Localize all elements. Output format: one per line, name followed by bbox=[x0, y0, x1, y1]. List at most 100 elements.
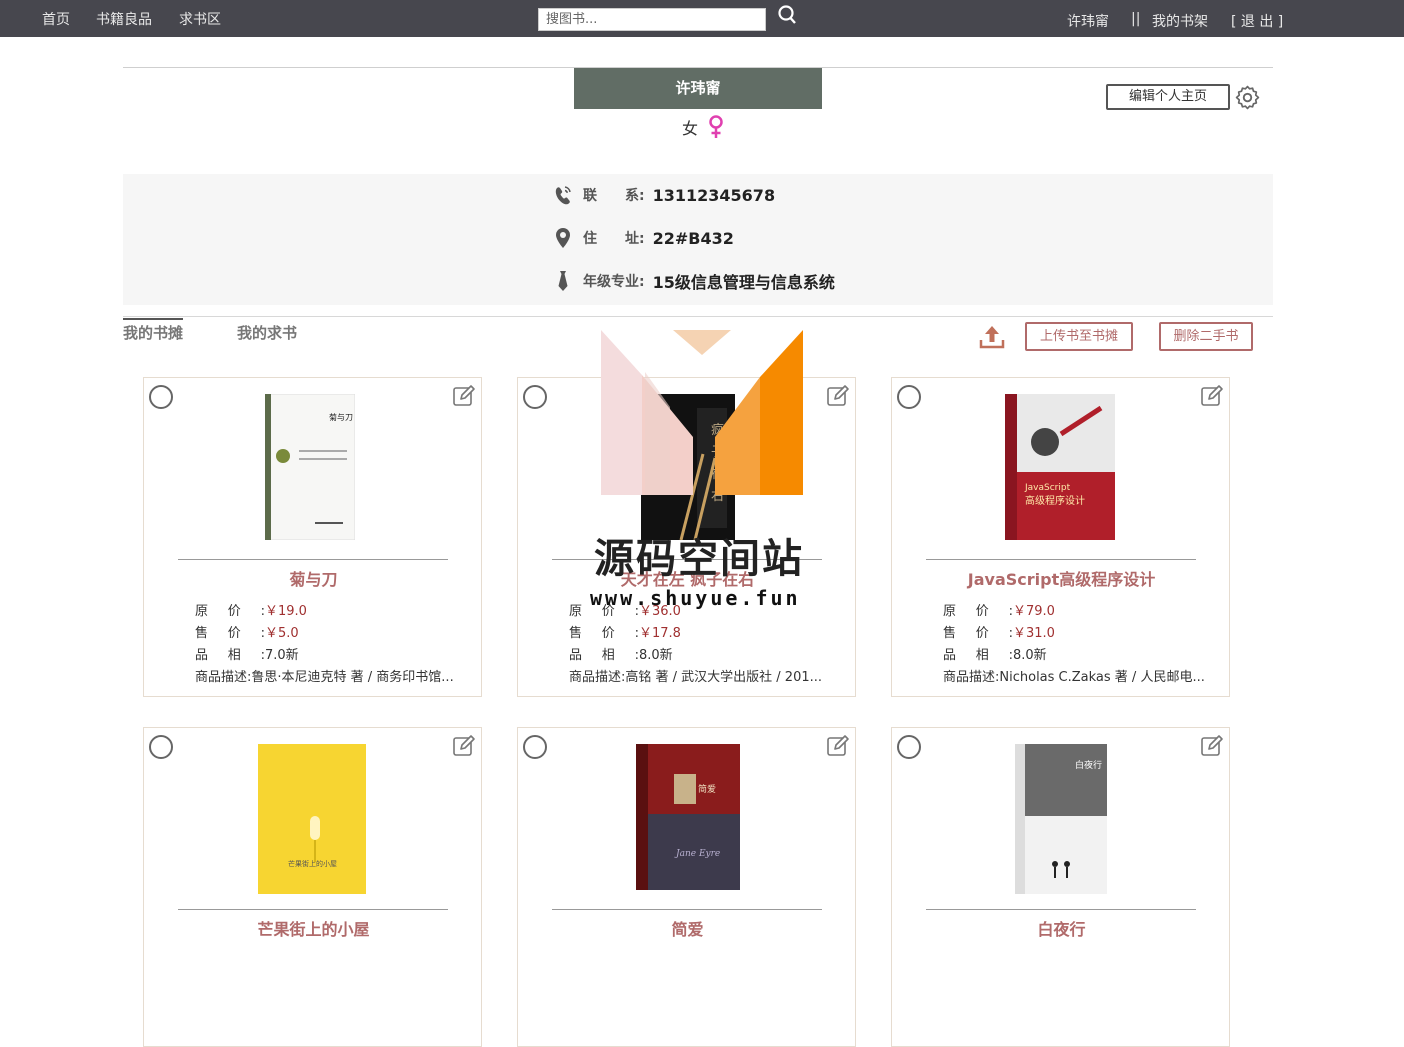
address-value: 22#B432 bbox=[652, 228, 734, 248]
description-value: Nicholas C.Zakas 著 / 人民邮电... bbox=[999, 670, 1205, 685]
original-price-label: 原价: bbox=[943, 604, 1013, 619]
edit-icon[interactable] bbox=[1200, 734, 1224, 758]
card-divider bbox=[552, 909, 822, 910]
nav-request-books[interactable]: 求书区 bbox=[179, 9, 221, 29]
sale-price-row: 售价:￥5.0 bbox=[195, 622, 299, 641]
book-cover-image[interactable]: 白夜行 bbox=[1015, 744, 1107, 898]
logout-link[interactable]: [ 退 出 ] bbox=[1231, 11, 1283, 31]
book-card[interactable]: 简爱 Jane Eyre 简爱 bbox=[517, 727, 856, 1047]
book-title[interactable]: 简爱 bbox=[518, 916, 857, 940]
select-checkbox[interactable] bbox=[897, 385, 921, 409]
svg-text:芒果街上的小屋: 芒果街上的小屋 bbox=[288, 859, 337, 868]
book-title[interactable]: JavaScript高级程序设计 bbox=[892, 566, 1231, 590]
phone-icon bbox=[555, 186, 571, 205]
location-pin-icon bbox=[556, 228, 570, 248]
description-label: 商品描述: bbox=[195, 670, 252, 685]
top-navigation-bar: 首页 书籍良品 求书区 许玮甯 || 我的书架 [ 退 出 ] bbox=[0, 0, 1404, 37]
condition-row: 品相:7.0新 bbox=[195, 644, 299, 663]
svg-text:Jane Eyre: Jane Eyre bbox=[674, 849, 720, 859]
female-icon bbox=[709, 115, 723, 138]
description-row: 商品描述:Nicholas C.Zakas 著 / 人民邮电... bbox=[943, 666, 1228, 685]
svg-text:简爱: 简爱 bbox=[698, 783, 716, 795]
sale-price: ￥5.0 bbox=[265, 626, 299, 641]
original-price-row: 原价:￥79.0 bbox=[943, 600, 1055, 619]
description-label: 商品描述: bbox=[569, 670, 626, 685]
profile-name: 许玮甯 bbox=[574, 68, 822, 109]
major-row: 年级专业: 15级信息管理与信息系统 bbox=[553, 269, 835, 293]
book-title[interactable]: 芒果街上的小屋 bbox=[144, 916, 483, 940]
book-cover-image[interactable]: 菊与刀 bbox=[264, 393, 356, 544]
original-price-label: 原价: bbox=[195, 604, 265, 619]
upload-icon[interactable] bbox=[978, 323, 1006, 351]
necktie-icon bbox=[558, 271, 568, 291]
sale-price-label: 售价: bbox=[569, 626, 639, 641]
edit-icon[interactable] bbox=[1200, 384, 1224, 408]
sale-price-row: 售价:￥31.0 bbox=[943, 622, 1055, 641]
description-value: 高铭 著 / 武汉大学出版社 / 201... bbox=[625, 670, 823, 685]
condition-label: 品相: bbox=[943, 648, 1013, 663]
book-cover-image[interactable]: JavaScript 高级程序设计 bbox=[1005, 394, 1115, 544]
search-icon[interactable] bbox=[777, 4, 797, 26]
condition-value: 8.0新 bbox=[1013, 648, 1047, 663]
address-label: 住 址: bbox=[583, 231, 645, 247]
tab-my-requests[interactable]: 我的求书 bbox=[237, 322, 297, 343]
major-label: 年级专业: bbox=[583, 274, 645, 290]
divider bbox=[123, 316, 1273, 317]
svg-text:高级程序设计: 高级程序设计 bbox=[1025, 494, 1085, 507]
nav-separator: || bbox=[1131, 11, 1141, 27]
condition-label: 品相: bbox=[569, 648, 639, 663]
my-bookshelf-link[interactable]: 我的书架 bbox=[1152, 11, 1208, 31]
card-divider bbox=[178, 909, 448, 910]
card-divider bbox=[178, 559, 448, 560]
description-value: 鲁思·本尼迪克特 著 / 商务印书馆... bbox=[251, 670, 454, 685]
book-card[interactable]: JavaScript 高级程序设计 JavaScript高级程序设计 原价:￥79.0… bbox=[891, 377, 1230, 697]
card-divider bbox=[926, 909, 1196, 910]
description-row: 商品描述:鲁思·本尼迪克特 著 / 商务印书馆... bbox=[195, 666, 480, 685]
gender-label: 女 bbox=[682, 119, 699, 138]
contact-label: 联 系: bbox=[583, 188, 645, 204]
condition-value: 7.0新 bbox=[265, 648, 299, 663]
watermark-url: www.shuyue.fun bbox=[590, 586, 801, 610]
delete-book-button[interactable]: 删除二手书 bbox=[1159, 322, 1253, 351]
select-checkbox[interactable] bbox=[149, 385, 173, 409]
svg-text:JavaScript: JavaScript bbox=[1024, 483, 1071, 493]
nav-home[interactable]: 首页 bbox=[42, 9, 70, 29]
book-cover-image[interactable]: 简爱 Jane Eyre bbox=[636, 744, 740, 894]
select-checkbox[interactable] bbox=[149, 735, 173, 759]
book-card[interactable]: 白夜行 白夜行 bbox=[891, 727, 1230, 1047]
sale-price-label: 售价: bbox=[195, 626, 265, 641]
select-checkbox[interactable] bbox=[523, 385, 547, 409]
book-cover-image[interactable]: 芒果街上的小屋 bbox=[258, 744, 366, 898]
tab-my-bookstall[interactable]: 我的书摊 bbox=[123, 318, 184, 343]
original-price-row: 原价:￥19.0 bbox=[195, 600, 307, 619]
edit-icon[interactable] bbox=[826, 734, 850, 758]
sale-price-label: 售价: bbox=[943, 626, 1013, 641]
description-row: 商品描述:高铭 著 / 武汉大学出版社 / 201... bbox=[569, 666, 854, 685]
select-checkbox[interactable] bbox=[523, 735, 547, 759]
address-row: 住 址: 22#B432 bbox=[553, 226, 734, 250]
book-title[interactable]: 白夜行 bbox=[892, 916, 1231, 940]
edit-icon[interactable] bbox=[826, 384, 850, 408]
edit-icon[interactable] bbox=[452, 384, 476, 408]
major-value: 15级信息管理与信息系统 bbox=[652, 273, 835, 292]
upload-book-button[interactable]: 上传书至书摊 bbox=[1025, 322, 1133, 351]
condition-row: 品相:8.0新 bbox=[569, 644, 673, 663]
svg-text:菊与刀: 菊与刀 bbox=[329, 412, 353, 422]
book-title[interactable]: 菊与刀 bbox=[144, 566, 483, 590]
search-input[interactable] bbox=[538, 8, 766, 31]
original-price: ￥79.0 bbox=[1013, 604, 1055, 619]
user-name-link[interactable]: 许玮甯 bbox=[1067, 11, 1109, 31]
book-card[interactable]: 芒果街上的小屋 芒果街上的小屋 bbox=[143, 727, 482, 1047]
sale-price-row: 售价:￥17.8 bbox=[569, 622, 681, 641]
select-checkbox[interactable] bbox=[897, 735, 921, 759]
gear-icon[interactable] bbox=[1235, 85, 1260, 110]
book-card[interactable]: 菊与刀 菊与刀 原价:￥19.0 售价:￥5.0 品相:7.0新 商品描述:鲁思·本尼迪克… bbox=[143, 377, 482, 697]
condition-value: 8.0新 bbox=[639, 648, 673, 663]
contact-row: 联 系: 13112345678 bbox=[553, 183, 775, 207]
sale-price: ￥31.0 bbox=[1013, 626, 1055, 641]
nav-books[interactable]: 书籍良品 bbox=[96, 9, 152, 29]
edit-icon[interactable] bbox=[452, 734, 476, 758]
edit-profile-button[interactable]: 编辑个人主页 bbox=[1106, 84, 1230, 110]
sale-price: ￥17.8 bbox=[639, 626, 681, 641]
watermark-text: 源码空间站 bbox=[594, 536, 804, 582]
